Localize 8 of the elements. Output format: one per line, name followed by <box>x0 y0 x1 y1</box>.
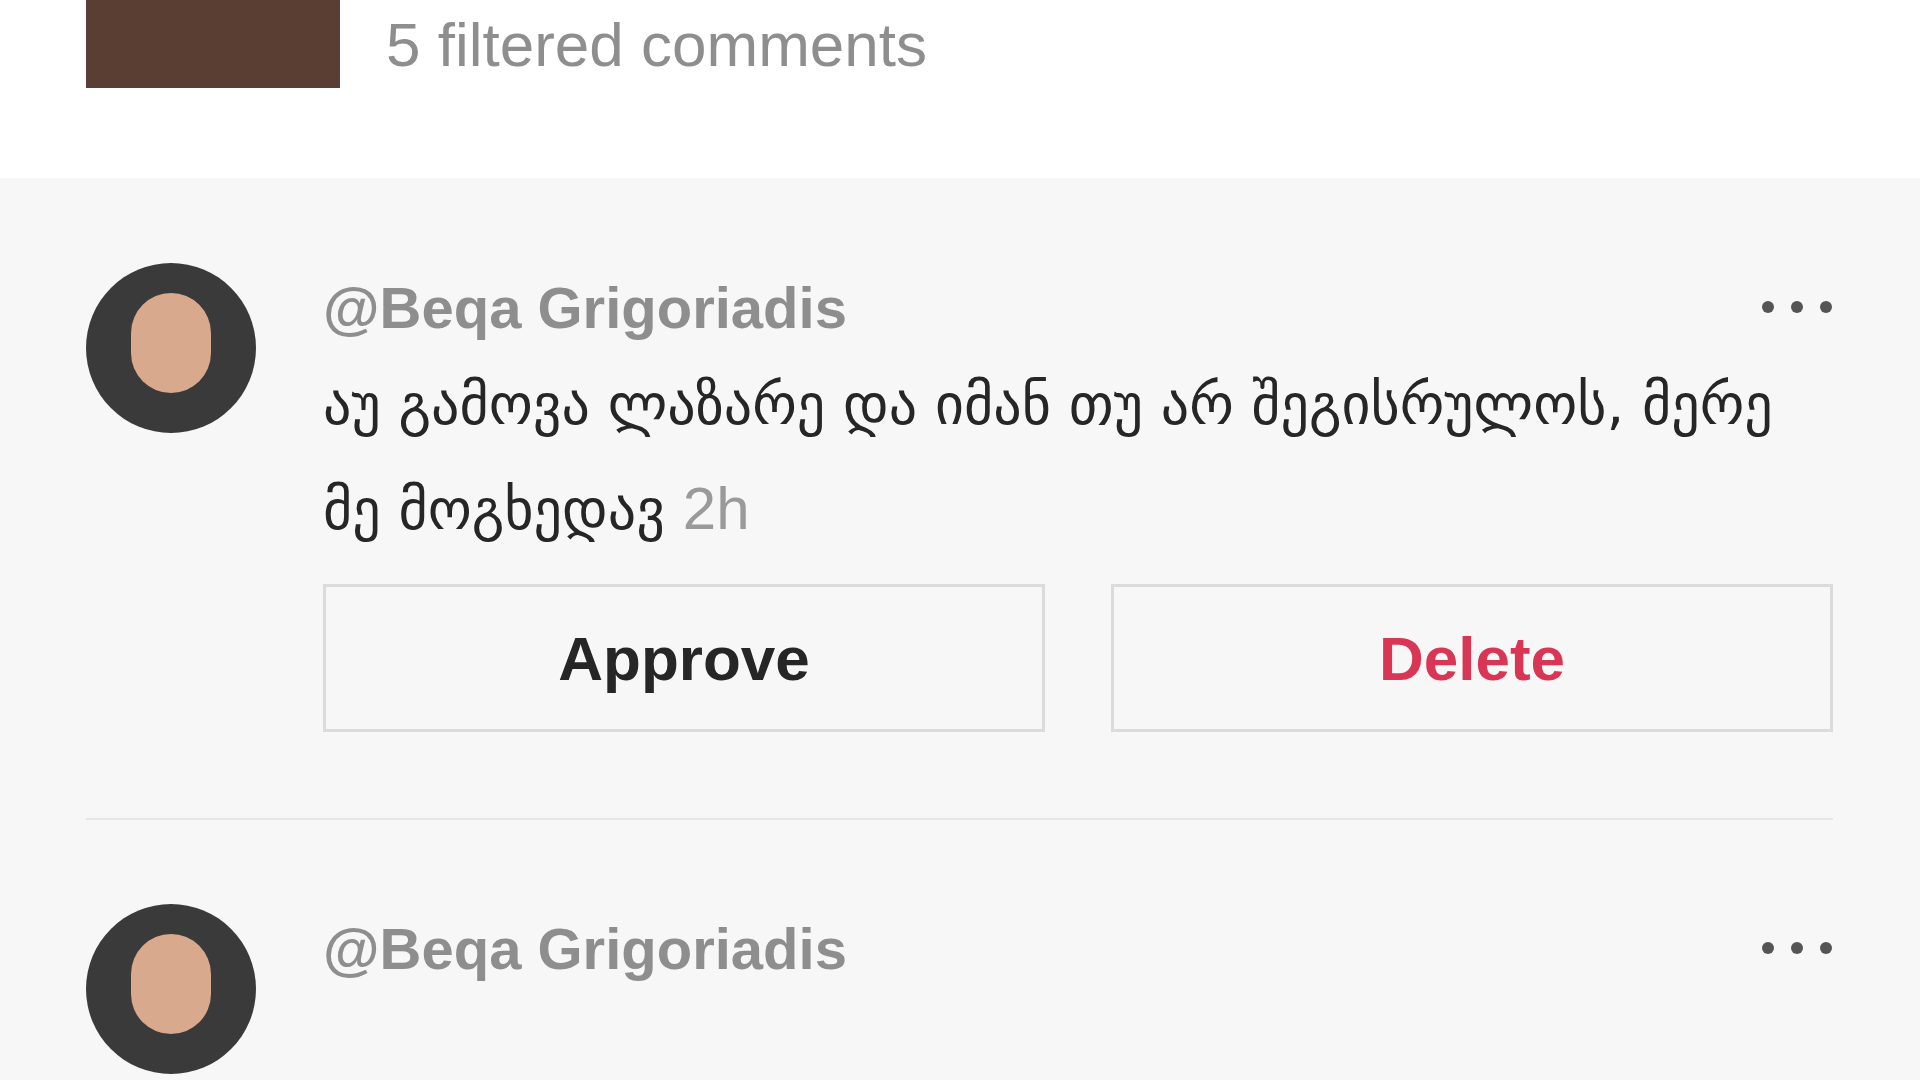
approve-button[interactable]: Approve <box>323 584 1045 732</box>
comment-text: აუ გამოვა ლაზარე და იმან თუ არ შეგისრულოს, მერე მე მოგხედავ 2h <box>323 371 1774 544</box>
more-options-icon[interactable] <box>1761 300 1833 314</box>
username[interactable]: @Beqa Grigoriadis <box>323 914 847 982</box>
delete-button[interactable]: Delete <box>1111 584 1833 732</box>
filtered-comments-count[interactable]: 5 filtered comments <box>386 14 927 76</box>
more-options-icon[interactable] <box>1761 941 1833 955</box>
username[interactable]: @Beqa Grigoriadis <box>323 273 847 341</box>
